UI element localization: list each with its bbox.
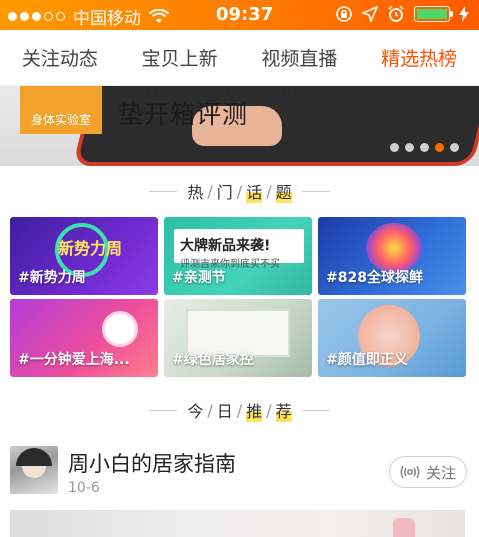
carousel-dot[interactable] <box>390 143 399 152</box>
broadcast-icon <box>400 465 420 479</box>
signal-strength-icon <box>8 12 65 21</box>
vase-image <box>393 518 415 537</box>
post-author-row: 周小白的居家指南 10-6 关注 <box>0 432 479 510</box>
status-icons <box>335 5 469 23</box>
topic-card[interactable]: #一分钟爱上海... <box>10 299 158 377</box>
topic-label: #颜值即正义 <box>326 352 408 368</box>
carrier-group: 中国移动 <box>8 4 169 29</box>
header-char: 日 <box>216 402 233 421</box>
tab-live-video[interactable]: 视频直播 <box>257 44 341 71</box>
top-tab-bar: 关注动态 宝贝上新 视频直播 精选热榜 <box>0 30 479 86</box>
post-photo[interactable] <box>10 510 465 537</box>
tab-following[interactable]: 关注动态 <box>18 44 102 71</box>
topic-label: #绿色居家控 <box>172 352 254 368</box>
topic-art-text: 新势力周 <box>58 239 123 258</box>
header-char: 荐 <box>275 398 292 422</box>
author-name[interactable]: 周小白的居家指南 <box>68 448 236 478</box>
follow-button[interactable]: 关注 <box>389 456 467 488</box>
topic-label: #新势力周 <box>18 270 86 286</box>
topic-card[interactable]: #颜值即正义 <box>318 299 466 377</box>
carrier-name: 中国移动 <box>73 9 141 29</box>
header-char: 推 <box>246 398 263 422</box>
header-char: 门 <box>216 183 233 202</box>
topic-card[interactable]: #绿色居家控 <box>164 299 312 377</box>
banner-title-line2: 垫开箱评测 <box>118 100 249 129</box>
tab-new-arrivals[interactable]: 宝贝上新 <box>138 44 222 71</box>
location-arrow-icon <box>362 6 378 22</box>
carousel-dot[interactable] <box>450 143 459 152</box>
clock-art <box>102 311 138 347</box>
status-bar: 中国移动 09:37 <box>0 0 479 30</box>
carousel-indicator <box>390 143 459 152</box>
header-char: 热 <box>187 183 204 202</box>
avatar[interactable] <box>10 446 58 494</box>
recommend-header: 今 / 日 / 推 / 荐 <box>0 398 479 422</box>
topic-label: #亲测节 <box>172 270 226 286</box>
topic-label: #828全球探鲜 <box>326 270 423 286</box>
carousel-dot[interactable] <box>420 143 429 152</box>
orientation-lock-icon <box>336 6 352 22</box>
lightning-icon <box>459 6 469 22</box>
alarm-icon <box>388 5 404 22</box>
carousel-dot[interactable] <box>405 143 414 152</box>
topic-label: #一分钟爱上海... <box>18 352 130 368</box>
wifi-icon <box>149 8 169 23</box>
header-char: 话 <box>246 179 263 203</box>
carousel-dot[interactable] <box>435 143 444 152</box>
header-char: 今 <box>187 402 204 421</box>
banner-badge: 身体实验室 <box>20 86 102 134</box>
topic-card[interactable]: 大牌新品来袭! 评测吉来你到底买不买 #亲测节 <box>164 217 312 295</box>
topic-art-text: 大牌新品来袭! <box>180 238 271 254</box>
header-char: 题 <box>275 179 292 203</box>
post-date: 10-6 <box>68 480 100 496</box>
hot-topics-header: 热 / 门 / 话 / 题 <box>0 179 479 203</box>
banner-carousel[interactable]: 身体实验室 实用不走说说而已 普马瑜伽 垫开箱评测 <box>0 86 479 166</box>
battery-level <box>417 9 447 19</box>
follow-label: 关注 <box>425 463 456 482</box>
status-time: 09:37 <box>216 4 274 25</box>
topic-card[interactable]: 新势力周 #新势力周 <box>10 217 158 295</box>
topic-card[interactable]: #828全球探鲜 <box>318 217 466 295</box>
hot-topics-grid: 新势力周 #新势力周 大牌新品来袭! 评测吉来你到底买不买 #亲测节 #828全… <box>10 217 466 377</box>
tab-featured-hot[interactable]: 精选热榜 <box>377 44 461 71</box>
battery-icon <box>414 6 453 22</box>
topic-art <box>366 223 422 273</box>
